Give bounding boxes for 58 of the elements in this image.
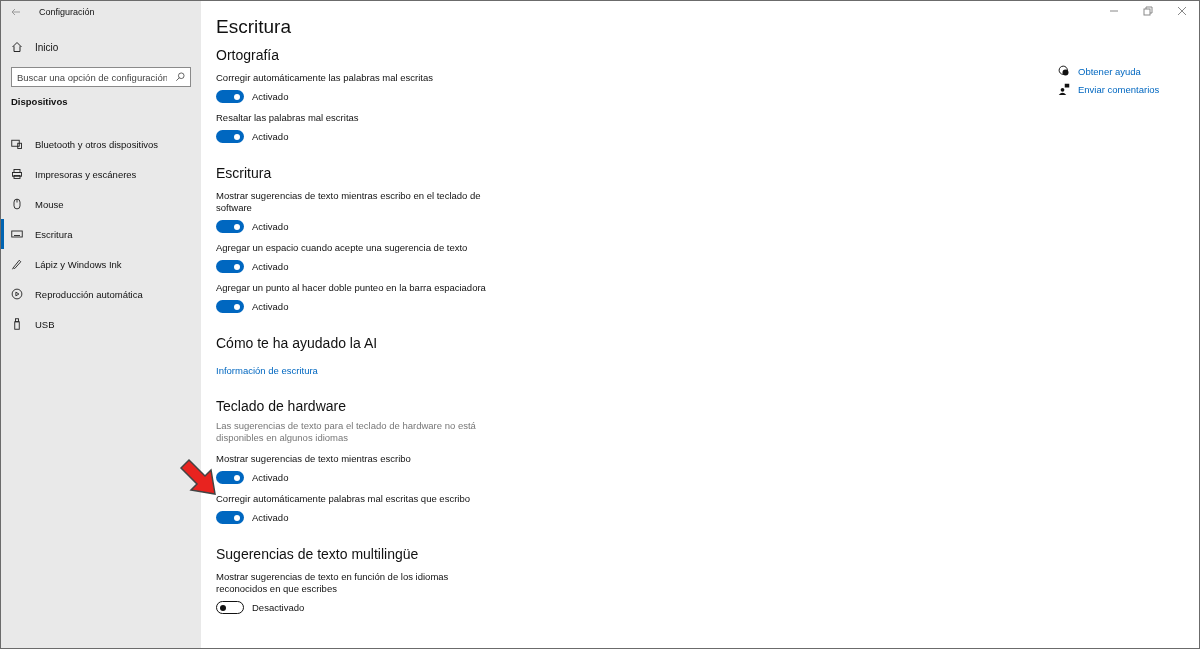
setting-label: Corregir automáticamente las palabras mal escritas bbox=[216, 72, 434, 84]
section-heading: Teclado de hardware bbox=[216, 398, 347, 414]
window-title: Configuración bbox=[39, 7, 95, 17]
setting-label: Mostrar sugerencias de texto mientras escribo bbox=[216, 453, 412, 465]
toggle-state: Activado bbox=[252, 221, 289, 232]
sidebar-item[interactable]: Impresoras y escáneres bbox=[1, 159, 201, 189]
section-heading: Sugerencias de texto multilingüe bbox=[216, 546, 420, 562]
usb-icon bbox=[11, 318, 23, 330]
setting-label: Resaltar las palabras mal escritas bbox=[216, 112, 360, 124]
feedback-person-icon bbox=[1058, 83, 1070, 95]
search-field[interactable]: Buscar una opción de configuración bbox=[11, 67, 191, 87]
sidebar-item[interactable]: Lápiz y Windows Ink bbox=[1, 249, 201, 279]
keyboard-icon bbox=[11, 228, 23, 240]
printer-icon bbox=[11, 168, 23, 180]
search-icon bbox=[175, 72, 185, 82]
restore-icon bbox=[1143, 6, 1153, 16]
home-nav-item[interactable]: Inicio bbox=[1, 37, 201, 57]
mouse-icon bbox=[11, 198, 23, 210]
setting-label: Agregar un espacio cuando acepte una sugerencia de texto bbox=[216, 242, 469, 254]
close-icon bbox=[1177, 6, 1187, 16]
home-icon bbox=[11, 41, 23, 53]
sidebar-item[interactable]: Bluetooth y otros dispositivos bbox=[1, 129, 201, 159]
toggle-state: Activado bbox=[252, 301, 289, 312]
toggle-switch[interactable] bbox=[216, 471, 244, 484]
setting-label: Mostrar sugerencias de texto mientras escribo en el teclado de software bbox=[216, 190, 482, 214]
pen-icon bbox=[11, 258, 23, 270]
toggle-switch[interactable] bbox=[216, 130, 244, 143]
toggle-switch[interactable] bbox=[216, 260, 244, 273]
sidebar-item[interactable]: Escritura bbox=[1, 219, 201, 249]
section-title: Dispositivos bbox=[11, 96, 69, 107]
sidebar-item[interactable]: USB bbox=[1, 309, 201, 339]
toggle-switch[interactable] bbox=[216, 90, 244, 103]
section-heading: Ortografía bbox=[216, 47, 281, 63]
hint-text: Las sugerencias de texto para el teclado de hardware no está disponibles en algunos idiomas bbox=[216, 420, 477, 444]
toggle-switch[interactable] bbox=[216, 220, 244, 233]
toggle-state: Activado bbox=[252, 131, 289, 142]
toggle-switch[interactable] bbox=[216, 511, 244, 524]
toggle-state: Activado bbox=[252, 91, 289, 102]
toggle-switch[interactable] bbox=[216, 601, 244, 614]
setting-label: Agregar un punto al hacer doble punteo en la barra espaciadora bbox=[216, 282, 487, 294]
writing-info-link[interactable]: Información de escritura bbox=[216, 365, 318, 376]
devices-icon bbox=[11, 138, 23, 150]
toggle-state: Activado bbox=[252, 512, 289, 523]
section-heading: Cómo te ha ayudado la AI bbox=[216, 335, 379, 351]
help-link[interactable]: Obtener ayuda bbox=[1058, 65, 1160, 77]
help-chat-icon bbox=[1058, 65, 1070, 77]
toggle-state: Activado bbox=[252, 472, 289, 483]
toggle-switch[interactable] bbox=[216, 300, 244, 313]
toggle-state: Desactivado bbox=[252, 602, 305, 613]
sidebar-item[interactable]: Reproducción automática bbox=[1, 279, 201, 309]
sidebar-item[interactable]: Mouse bbox=[1, 189, 201, 219]
page-title: Escritura bbox=[216, 16, 292, 38]
section-heading: Escritura bbox=[216, 165, 273, 181]
setting-label: Corregir automáticamente palabras mal escritas que escribo bbox=[216, 493, 471, 505]
play-circle-icon bbox=[11, 288, 23, 300]
setting-label: Mostrar sugerencias de texto en función de los idiomas reconocidos en que escribes bbox=[216, 571, 450, 595]
help-link[interactable]: Enviar comentarios bbox=[1058, 83, 1160, 95]
toggle-state: Activado bbox=[252, 261, 289, 272]
